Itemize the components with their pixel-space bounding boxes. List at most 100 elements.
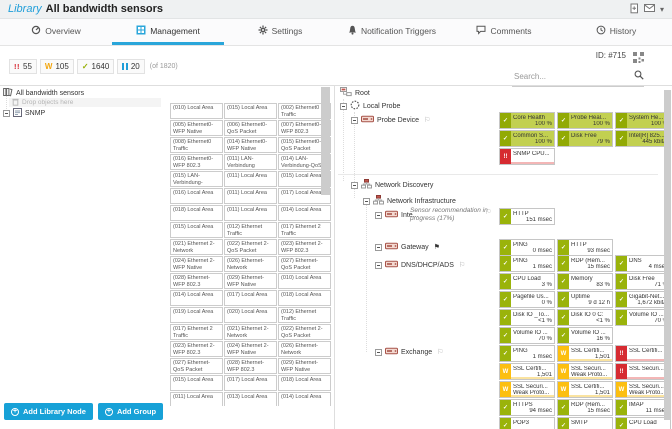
tree-row-gateway[interactable]: Gateway ⚑ xyxy=(375,242,440,252)
status-badge-down[interactable]: !! 55 xyxy=(9,59,37,74)
collapse-toggle[interactable] xyxy=(340,102,347,110)
add-group-button[interactable]: + Add Group xyxy=(97,403,164,420)
chevron-down-icon[interactable]: ▾ xyxy=(660,5,664,14)
library-sensor-tile[interactable]: (015) Local Area xyxy=(224,103,277,119)
sensor-tile[interactable]: !! SNMP CPU... xyxy=(499,148,555,165)
library-sensor-tile[interactable]: (027) Ethernet-QoS Packet xyxy=(278,256,331,272)
library-sensor-tile[interactable]: (018) Local Area xyxy=(278,375,331,391)
library-node-snmp[interactable]: SNMP xyxy=(3,107,45,118)
library-sensor-tile[interactable]: (010) Local Area xyxy=(278,273,331,289)
library-sensor-tile[interactable]: (018) Local Area xyxy=(170,205,223,221)
sensor-tile[interactable]: W SSL Certifi... 1,501 xyxy=(499,363,555,380)
flag-icon[interactable]: ⚐ xyxy=(424,116,430,124)
sensor-tile[interactable]: W SSL Securi... Weak Proto... xyxy=(615,381,671,398)
collapse-toggle[interactable] xyxy=(351,181,358,189)
flag-icon[interactable]: ⚐ xyxy=(459,261,465,269)
sensor-tile[interactable]: ✓ IMAP 11 msec xyxy=(615,399,671,416)
library-sensor-tile[interactable]: (011) Local Area xyxy=(170,392,223,406)
library-sensor-tile[interactable]: (022) Ethernet 2-QoS Packet xyxy=(224,239,277,255)
sensor-tile[interactable]: ✓ PING 1 msec xyxy=(499,255,555,272)
sensor-tile[interactable]: ✓ Common S... 100 % xyxy=(499,130,555,147)
sensor-tile[interactable]: ✓ Pagefile Us... 0 % xyxy=(499,291,555,308)
library-sensor-tile[interactable]: (022) Ethernet 2-QoS Packet xyxy=(278,324,331,340)
sensor-tile[interactable]: ✓ Volume IO ... 16 % xyxy=(557,327,613,344)
library-sensor-tile[interactable]: (027) Ethernet-QoS Packet xyxy=(170,358,223,374)
sensor-tile[interactable]: ✓ Disk IO 0 C: <1 % xyxy=(557,309,613,326)
sensor-tile[interactable]: ✓ RDP (Rem... 15 msec xyxy=(557,399,613,416)
sensor-tile[interactable]: ✓ RDP (Rem... 15 msec xyxy=(557,255,613,272)
sensor-tile[interactable]: ✓ HTTP 151 msec xyxy=(499,208,555,225)
flag-icon[interactable]: ⚐ xyxy=(437,348,443,356)
sensor-tile[interactable]: ✓ Disk Free 79 % xyxy=(557,130,613,147)
library-sensor-tile[interactable]: (024) Ethernet 2-WFP Native xyxy=(224,341,277,357)
tab-management[interactable]: Management xyxy=(112,19,224,45)
status-badge-paused[interactable]: 20 xyxy=(117,59,145,74)
library-sensor-tile[interactable]: (017) Local Area xyxy=(224,290,277,306)
sensor-tile[interactable]: ✓ Disk IO _To... <1 % xyxy=(499,309,555,326)
library-sensor-tile[interactable]: (017) Ethernet 2 Traffic xyxy=(278,222,331,238)
library-sensor-tile[interactable]: (028) Ethernet-WFP 802.3 xyxy=(170,273,223,289)
library-sensor-tile[interactable]: (011) Local Area xyxy=(224,188,277,204)
sensor-tile[interactable]: !! SSL Securi... xyxy=(615,363,671,380)
sensor-tile[interactable]: ✓ HTTPS 94 msec xyxy=(499,399,555,416)
library-sensor-tile[interactable]: (016) Local Area xyxy=(170,188,223,204)
library-sensor-tile[interactable]: (019) Local Area xyxy=(170,307,223,323)
drop-objects-target[interactable]: Drop objects here xyxy=(9,98,161,107)
sensor-tile[interactable]: ✓ Intel[R] 825... 445 kbit/s xyxy=(615,130,671,147)
tree-probe-row[interactable]: Local Probe xyxy=(340,100,400,111)
library-sensor-tile[interactable]: (015) Local Area xyxy=(170,375,223,391)
sensor-tile[interactable]: ✓ Memory 83 % xyxy=(557,273,613,290)
library-sensor-tile[interactable]: (021) Ethernet 2-Network xyxy=(170,239,223,255)
library-sensor-tile[interactable]: (024) Ethernet 2-WFP Native xyxy=(170,256,223,272)
library-sensor-tile[interactable]: (014) Local Area xyxy=(278,205,331,221)
library-sensor-tile[interactable]: (010) Local Area xyxy=(170,103,223,119)
collapse-toggle[interactable] xyxy=(375,211,382,219)
sensor-tile[interactable]: ✓ Volume IO ... 70 % xyxy=(615,309,671,326)
library-sensor-tile[interactable]: (017) Local Area xyxy=(224,375,277,391)
tab-settings[interactable]: Settings xyxy=(224,19,336,45)
library-sensor-tile[interactable]: (012) Ethernet Traffic xyxy=(278,307,331,323)
tree-row-network-infrastructure[interactable]: Network Infrastructure xyxy=(363,195,456,206)
sensor-tile[interactable]: W SSL Certifi... 1,501 xyxy=(557,381,613,398)
library-sensor-tile[interactable]: (015) LAN-Verbindung- xyxy=(170,171,223,187)
flag-icon[interactable]: ⚑ xyxy=(434,243,440,251)
sensor-tile[interactable]: ✓ PING 0 msec xyxy=(499,239,555,256)
library-sensor-tile[interactable]: (014) Ethernet0-WFP Native xyxy=(224,137,277,153)
add-library-node-button[interactable]: + Add Library Node xyxy=(4,403,93,420)
sensor-tile[interactable]: ✓ Uptime 9 d 12 h xyxy=(557,291,613,308)
sensor-tile[interactable]: ✓ CPU Load xyxy=(615,417,671,429)
flag-icon[interactable]: ⚐ xyxy=(485,208,491,216)
sensor-tile[interactable]: ✓ DNS 4 msec xyxy=(615,255,671,272)
library-sensor-tile[interactable]: (015) Local Area xyxy=(170,222,223,238)
library-sensor-tile[interactable]: (020) Local Area xyxy=(224,307,277,323)
library-sensor-tile[interactable]: (016) Ethernet0-WFP 802.3 xyxy=(170,154,223,170)
sensor-tile[interactable]: ✓ Core Health 100 % xyxy=(499,112,555,129)
mail-icon[interactable] xyxy=(643,4,655,14)
sensor-tile[interactable]: ✓ HTTP 93 msec xyxy=(557,239,613,256)
library-sensor-tile[interactable]: (028) Ethernet-WFP 802.3 xyxy=(224,358,277,374)
library-sensor-tile[interactable]: (021) Ethernet 2-Network xyxy=(224,324,277,340)
tab-history[interactable]: History xyxy=(560,19,672,45)
tab-notification-triggers[interactable]: Notification Triggers xyxy=(336,19,448,45)
tree-root-row[interactable]: Root xyxy=(340,87,370,98)
collapse-toggle[interactable] xyxy=(363,197,370,205)
sensor-tile[interactable]: ✓ PING 1 msec xyxy=(499,345,555,362)
status-badge-up[interactable]: ✓ 1640 xyxy=(76,59,115,74)
sensor-tile[interactable]: ✓ Gigabit-Net... 1,672 kbit/s xyxy=(615,291,671,308)
library-sensor-tile[interactable]: (012) Ethernet Traffic xyxy=(224,222,277,238)
status-badge-warning[interactable]: W 105 xyxy=(39,59,74,74)
sensor-tile[interactable]: W SSL Securi... Weak Proto... xyxy=(557,363,613,380)
library-sensor-tile[interactable]: (026) Ethernet-Network xyxy=(224,256,277,272)
library-sensor-tile[interactable]: (014) Local Area xyxy=(278,392,331,406)
library-sensor-tile[interactable]: (023) Ethernet 2-WFP 802.3 xyxy=(170,341,223,357)
tree-row-dns-dhcp-ads[interactable]: DNS/DHCP/ADS ⚐ xyxy=(375,260,465,270)
library-sensor-tile[interactable]: (011) Local Area xyxy=(224,171,277,187)
library-sensor-tile[interactable]: (011) LAN-Verbindung xyxy=(224,154,277,170)
library-sensor-tile[interactable]: (006) Ethernet0-QoS Packet xyxy=(224,120,277,136)
search-input[interactable] xyxy=(512,70,634,82)
collapse-toggle[interactable] xyxy=(3,109,10,117)
library-sensor-tile[interactable]: (008) Ethernet0 Traffic xyxy=(170,137,223,153)
collapse-toggle[interactable] xyxy=(375,243,382,251)
search-icon[interactable] xyxy=(634,67,644,85)
library-sensor-tile[interactable]: (029) Ethernet-WFP Native xyxy=(278,358,331,374)
